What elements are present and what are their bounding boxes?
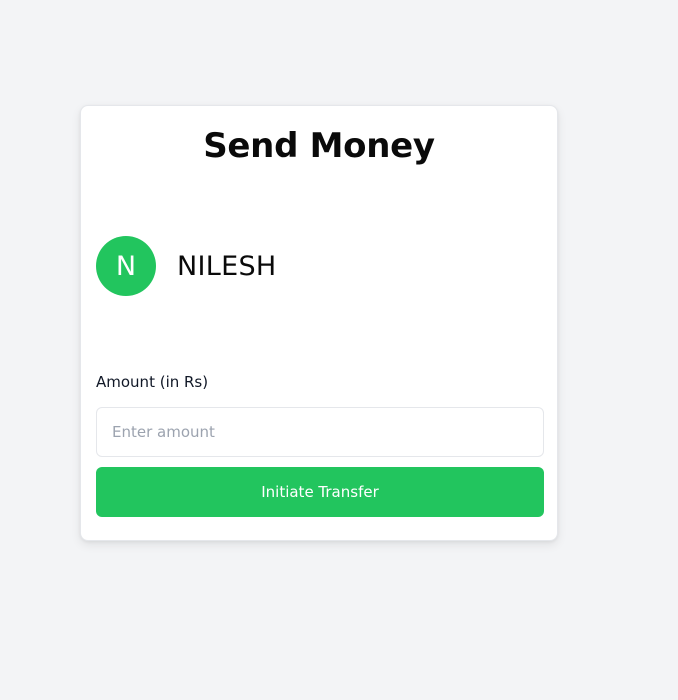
avatar-initial: N <box>115 250 137 282</box>
page-title: Send Money <box>203 126 435 166</box>
recipient: N NILESH <box>96 236 277 296</box>
initiate-transfer-button[interactable]: Initiate Transfer <box>96 467 544 517</box>
amount-label: Amount (in Rs) <box>96 373 209 391</box>
recipient-name: NILESH <box>177 250 277 282</box>
avatar: N <box>96 236 156 296</box>
send-money-card: Send Money N NILESH Amount (in Rs) Initi… <box>80 105 558 541</box>
amount-input[interactable] <box>96 407 544 457</box>
